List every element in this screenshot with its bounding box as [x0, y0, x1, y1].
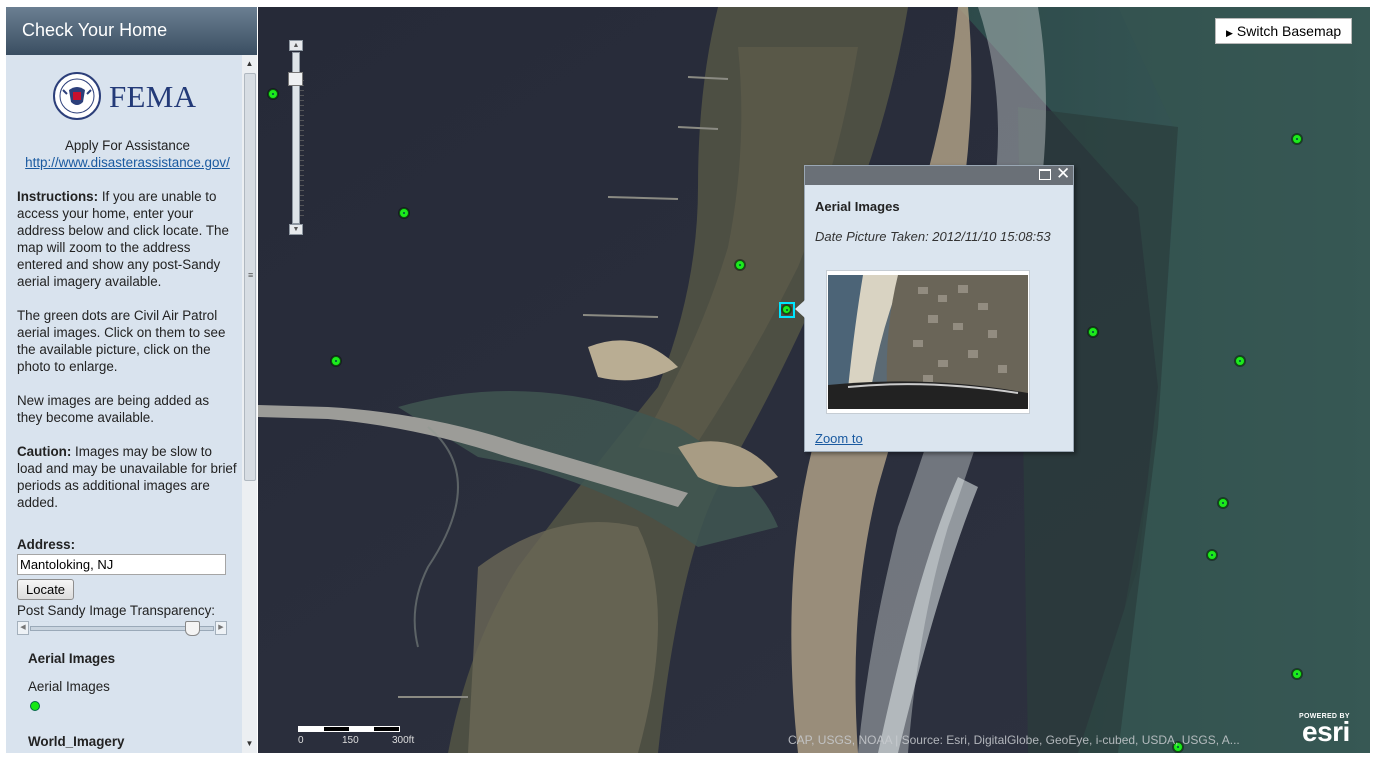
aerial-image-point[interactable] — [1235, 356, 1245, 366]
legend-green-dot-icon — [30, 701, 40, 711]
scale-label-0: 0 — [298, 735, 304, 746]
aerial-image-point[interactable] — [1292, 134, 1302, 144]
sidebar-scrollbar[interactable]: ▲ ≡ ▼ — [242, 55, 257, 753]
scroll-down-icon[interactable]: ▼ — [242, 737, 257, 751]
dhs-seal-icon — [53, 72, 101, 120]
zoom-in-icon[interactable]: ▲ — [289, 40, 303, 51]
green-dots-text: The green dots are Civil Air Patrol aeri… — [17, 308, 226, 374]
slider-decrement-icon[interactable]: ◀ — [17, 621, 29, 635]
map-view[interactable]: ▲ ▼ ▶ Switch Basemap ✕ Aerial Images Date… — [258, 7, 1370, 753]
new-images-text: New images are being added as they becom… — [17, 393, 210, 425]
fema-wordmark: FEMA — [109, 78, 197, 114]
caret-right-icon: ▶ — [1226, 28, 1233, 38]
scale-label-150: 150 — [342, 735, 359, 746]
esri-logo[interactable]: POWERED BY esri — [1299, 713, 1350, 747]
popup-date: Date Picture Taken: 2012/11/10 15:08:53 — [815, 229, 1051, 244]
aerial-image-point[interactable] — [268, 89, 278, 99]
popup-titlebar — [805, 166, 1073, 185]
selected-point-marker[interactable] — [779, 302, 795, 318]
map-attribution: CAP, USGS, NOAA | Source: Esri, DigitalG… — [788, 733, 1240, 747]
legend-layer-label: Aerial Images — [28, 679, 110, 694]
aerial-image-point[interactable] — [1292, 669, 1302, 679]
instructions-text: If you are unable to access your home, e… — [17, 189, 229, 289]
aerial-photo-image[interactable] — [828, 275, 1028, 409]
world-imagery-label: World_Imagery — [28, 734, 125, 749]
aerial-photo-thumbnail[interactable] — [826, 270, 1030, 414]
aerial-image-point[interactable] — [782, 305, 791, 314]
close-icon[interactable]: ✕ — [1056, 164, 1070, 184]
instructions-paragraph: Instructions: If you are unable to acces… — [17, 188, 238, 290]
aerial-image-point[interactable] — [1218, 498, 1228, 508]
address-input[interactable] — [17, 554, 226, 575]
zoom-ticks — [300, 80, 304, 220]
sidebar-title: Check Your Home — [22, 20, 168, 40]
sidebar-panel: Check Your Home FEMA Apply For Assistanc… — [6, 7, 257, 753]
maximize-icon[interactable] — [1039, 169, 1051, 180]
slider-thumb[interactable] — [185, 621, 201, 636]
zoom-to-link[interactable]: Zoom to — [815, 431, 863, 446]
instructions-label: Instructions: — [17, 189, 99, 204]
sidebar-header: Check Your Home — [6, 7, 257, 55]
address-label: Address: — [17, 537, 76, 552]
caution-paragraph: Caution: Images may be slow to load and … — [17, 443, 238, 511]
popup-title: Aerial Images — [815, 199, 900, 214]
zoom-out-icon[interactable]: ▼ — [289, 224, 303, 235]
zoom-thumb[interactable] — [288, 72, 303, 86]
transparency-label: Post Sandy Image Transparency: — [17, 603, 215, 618]
apply-text: Apply For Assistance — [64, 138, 191, 153]
aerial-image-point[interactable] — [1207, 550, 1217, 560]
switch-basemap-button[interactable]: ▶ Switch Basemap — [1215, 18, 1353, 44]
transparency-slider[interactable]: ◀ ▶ — [17, 621, 227, 636]
scroll-up-icon[interactable]: ▲ — [242, 57, 257, 71]
caution-label: Caution: — [17, 444, 72, 459]
locate-button[interactable]: Locate — [17, 579, 75, 600]
sidebar-scroll-area[interactable]: FEMA Apply For Assistance http://www.dis… — [6, 55, 242, 753]
popup-pointer — [795, 300, 805, 318]
slider-increment-icon[interactable]: ▶ — [215, 621, 227, 635]
grip-icon: ≡ — [248, 270, 254, 280]
info-popup: ✕ Aerial Images Date Picture Taken: 2012… — [795, 164, 1074, 452]
aerial-image-point[interactable] — [331, 356, 341, 366]
switch-basemap-label: Switch Basemap — [1236, 23, 1342, 39]
zoom-slider[interactable]: ▲ ▼ — [288, 40, 304, 236]
aerial-image-point[interactable] — [735, 260, 745, 270]
fema-logo: FEMA — [53, 67, 238, 125]
esri-wordmark: esri — [1302, 716, 1350, 747]
scrollbar-thumb[interactable]: ≡ — [244, 73, 256, 481]
aerial-image-point[interactable] — [399, 208, 409, 218]
aerial-image-point[interactable] — [1088, 327, 1098, 337]
scale-label-300: 300ft — [392, 735, 415, 746]
disaster-assistance-link[interactable]: http://www.disasterassistance.gov/ — [25, 155, 230, 170]
legend-title: Aerial Images — [28, 651, 116, 666]
scale-bar-graphic — [298, 726, 400, 732]
